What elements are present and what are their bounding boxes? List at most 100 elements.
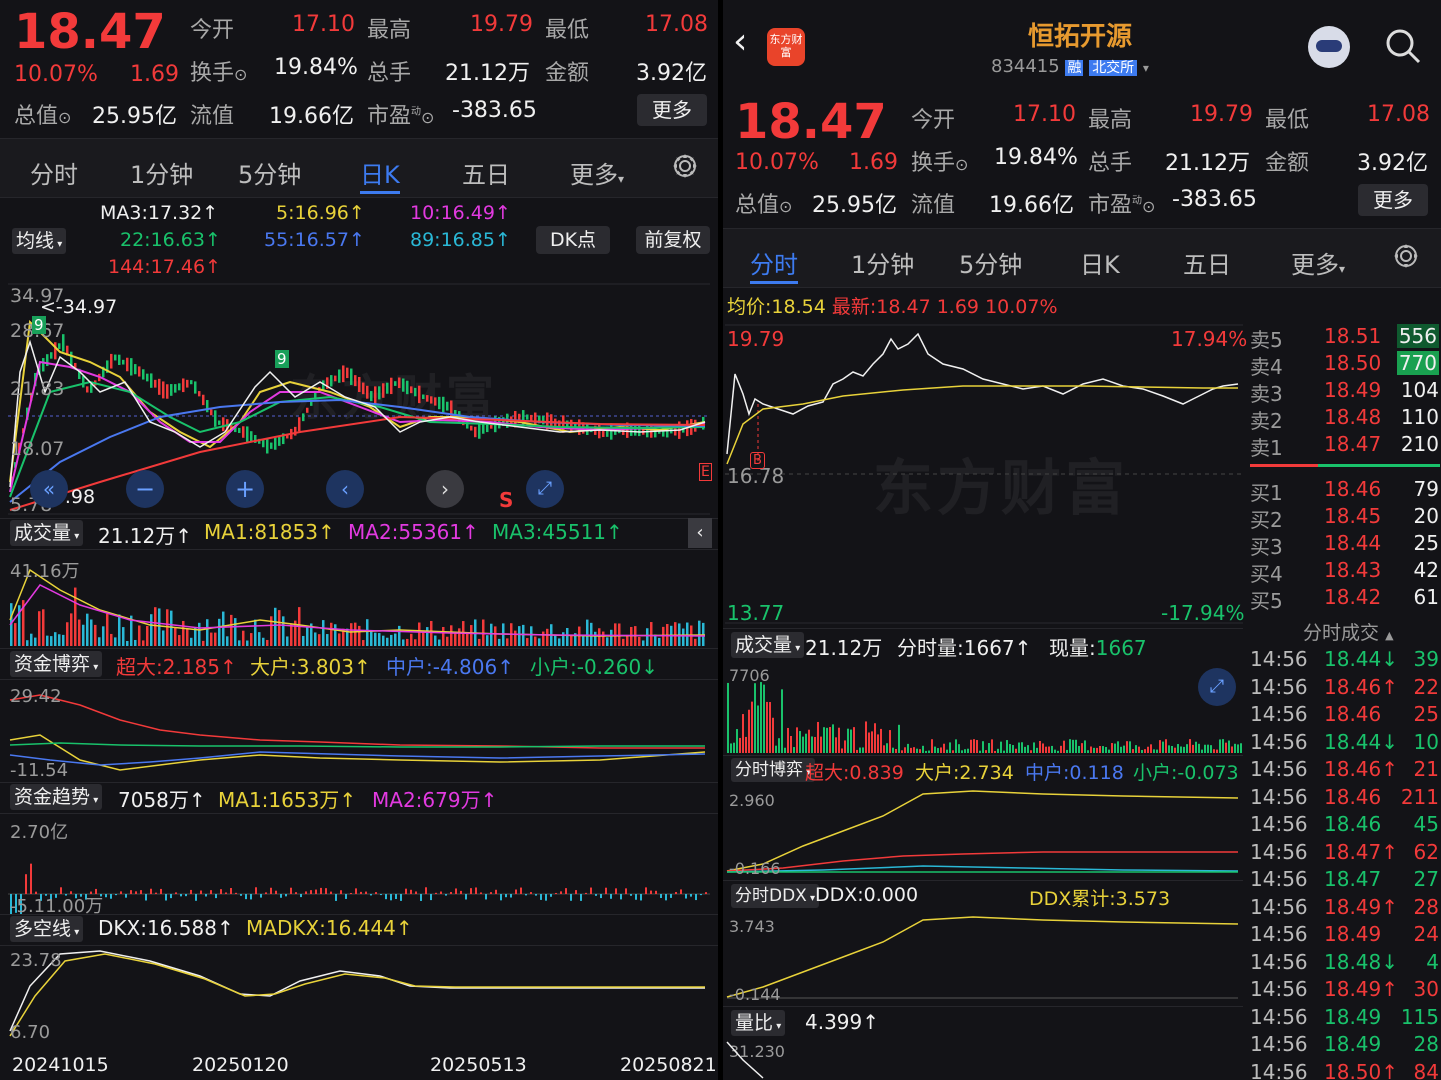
candle bbox=[54, 342, 57, 360]
intraday-volume-bar bbox=[865, 721, 867, 753]
candle bbox=[470, 425, 473, 431]
candle bbox=[542, 415, 545, 425]
volume-bar bbox=[486, 635, 489, 646]
intraday-volume-bar bbox=[1150, 744, 1152, 753]
intraday-volume-bar bbox=[826, 727, 828, 753]
trade-price: 18.44↓ bbox=[1324, 647, 1399, 671]
zoom-out-button[interactable]: − bbox=[126, 470, 164, 508]
candle bbox=[42, 358, 45, 372]
scroll-left-fast-button[interactable]: « bbox=[30, 470, 68, 508]
scroll-left-button[interactable]: ‹ bbox=[326, 470, 364, 508]
tab-more[interactable]: 更多▾ bbox=[1291, 245, 1345, 280]
intraday-volume-bar bbox=[913, 747, 915, 753]
trend-bar bbox=[545, 894, 547, 901]
trade-row: 14:56 18.49 24 bbox=[1246, 922, 1441, 949]
tab-bar: 分时 1分钟 5分钟 日K 五日 更多▾ bbox=[0, 138, 718, 198]
ma-selector[interactable]: 均线 ▾ bbox=[12, 228, 67, 254]
time-game-big: 大户:2.734 bbox=[915, 762, 1014, 784]
volume-bar bbox=[158, 608, 161, 646]
intraday-volume-selector[interactable]: 成交量 ▾ bbox=[731, 632, 805, 658]
zoom-in-button[interactable]: + bbox=[226, 470, 264, 508]
capital-game-selector[interactable]: 资金博弈 ▾ bbox=[10, 651, 103, 677]
trend-bar bbox=[165, 894, 167, 901]
intraday-volume-bar bbox=[904, 747, 906, 753]
intraday-volume-bar bbox=[901, 750, 903, 753]
volume-ma1: MA1:81853↑ bbox=[204, 520, 335, 544]
trade-price: 18.46↑ bbox=[1324, 674, 1399, 699]
trend-bar bbox=[325, 888, 327, 894]
trade-price: 18.49↑ bbox=[1324, 977, 1399, 1001]
candle bbox=[382, 383, 385, 398]
robot-assistant-icon[interactable] bbox=[1308, 26, 1350, 68]
candle bbox=[150, 373, 153, 388]
volume-bar bbox=[290, 623, 293, 646]
intraday-volume-bar bbox=[940, 747, 942, 753]
volume-bar bbox=[434, 635, 437, 646]
trades-title[interactable]: 分时成交 ▲ bbox=[1303, 618, 1394, 645]
tab-more[interactable]: 更多▾ bbox=[570, 155, 624, 190]
tab-five-day[interactable]: 五日 bbox=[1183, 245, 1231, 280]
settings-gear-icon[interactable] bbox=[670, 151, 700, 181]
capital-trend-y-top: 2.70亿 bbox=[10, 822, 69, 843]
trend-bar bbox=[560, 891, 562, 894]
tab-1min[interactable]: 1分钟 bbox=[851, 245, 914, 280]
trend-bar bbox=[385, 894, 387, 900]
settings-gear-icon[interactable] bbox=[1391, 241, 1421, 271]
volume-bar bbox=[274, 607, 277, 646]
candle bbox=[370, 391, 373, 402]
candle bbox=[430, 396, 433, 404]
trend-bar bbox=[200, 890, 202, 894]
dk-point-button[interactable]: DK点 bbox=[536, 226, 610, 254]
candle bbox=[174, 384, 177, 393]
more-button[interactable]: 更多 bbox=[637, 94, 707, 126]
trend-bar bbox=[350, 892, 352, 894]
tab-daily-k[interactable]: 日K bbox=[360, 155, 400, 190]
more-button[interactable]: 更多 bbox=[1358, 184, 1428, 216]
tab-daily-k[interactable]: 日K bbox=[1080, 245, 1120, 280]
intraday-volume-bar bbox=[1024, 746, 1026, 753]
time-game-selector[interactable]: 分时博弈 ▾ bbox=[731, 758, 816, 782]
volume-bar bbox=[526, 638, 529, 646]
ddx-selector[interactable]: 分时DDX ▾ bbox=[731, 884, 820, 908]
candle bbox=[534, 412, 537, 425]
volume-bar bbox=[98, 637, 101, 646]
search-icon[interactable] bbox=[1383, 26, 1423, 66]
volume-selector[interactable]: 成交量 ▾ bbox=[10, 520, 84, 546]
open-label: 今开 bbox=[911, 108, 956, 133]
tab-5min[interactable]: 5分钟 bbox=[959, 245, 1022, 280]
tab-5min[interactable]: 5分钟 bbox=[238, 155, 301, 190]
scroll-right-button[interactable]: › bbox=[426, 470, 464, 508]
adjust-button[interactable]: 前复权 bbox=[636, 226, 710, 254]
expand-icon[interactable]: ⤢ bbox=[1198, 668, 1236, 706]
back-arrow-icon[interactable]: ‹ bbox=[733, 22, 747, 62]
trend-bar bbox=[310, 890, 312, 894]
tab-active-indicator bbox=[360, 191, 400, 194]
candle bbox=[146, 373, 149, 382]
candle bbox=[434, 397, 437, 406]
ask-row: 卖5 18.51 556 bbox=[1250, 324, 1439, 352]
expand-icon[interactable]: ⤢ bbox=[526, 470, 564, 508]
capital-game-chart bbox=[9, 694, 706, 771]
tab-1min[interactable]: 1分钟 bbox=[130, 155, 193, 190]
capital-trend-selector[interactable]: 资金趋势 ▾ bbox=[10, 784, 103, 810]
tab-fenshi[interactable]: 分时 bbox=[750, 245, 798, 280]
tab-five-day[interactable]: 五日 bbox=[462, 155, 510, 190]
trend-bar bbox=[260, 894, 262, 898]
volume-bar bbox=[546, 628, 549, 646]
trade-price: 18.46↑ bbox=[1324, 757, 1399, 781]
candle bbox=[278, 436, 281, 446]
trade-time: 14:56 bbox=[1250, 784, 1308, 809]
volume-bar bbox=[262, 637, 265, 646]
intraday-volume-bar bbox=[1048, 746, 1050, 753]
stock-code: 834415 融 北交所 ▾ bbox=[991, 56, 1149, 77]
kline-y-4: 18.07 bbox=[10, 438, 65, 460]
trend-bar bbox=[600, 894, 602, 899]
trend-bar bbox=[120, 891, 122, 894]
volume-bar bbox=[182, 620, 185, 646]
dkx-selector[interactable]: 多空线 ▾ bbox=[10, 916, 84, 942]
trend-bar bbox=[210, 890, 212, 894]
volume-bar bbox=[330, 622, 333, 646]
collapse-indicator-button[interactable]: ‹ bbox=[688, 518, 712, 548]
tab-fenshi[interactable]: 分时 bbox=[30, 155, 78, 190]
ratio-selector[interactable]: 量比 ▾ bbox=[731, 1010, 786, 1036]
